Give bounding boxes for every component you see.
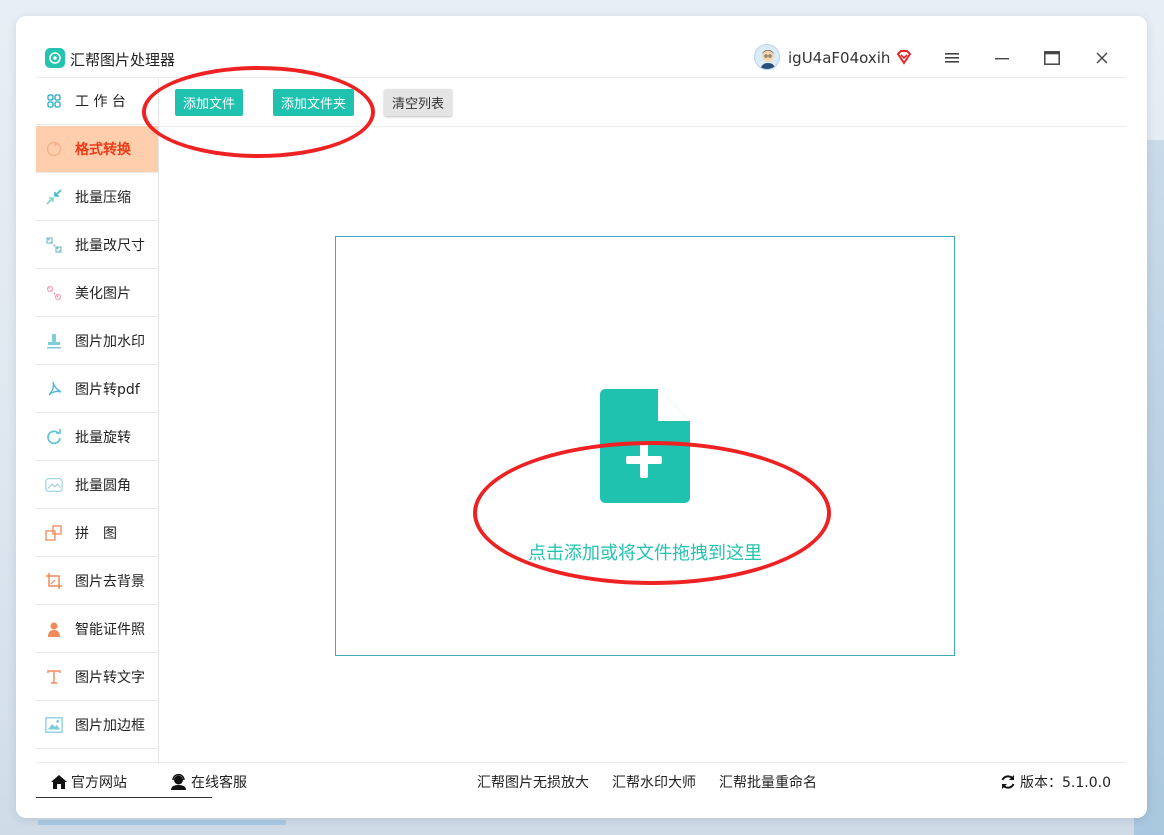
convert-icon (45, 140, 63, 158)
sidebar-item-label: 智能证件照 (75, 622, 145, 638)
sidebar-item-rounded-corners[interactable]: 批量圆角 (36, 462, 158, 509)
sidebar-item-label: 批量改尺寸 (75, 238, 145, 254)
puzzle-icon (45, 524, 63, 542)
footer-divider (36, 797, 212, 798)
sidebar: 工 作 台 格式转换 批量压缩 批量改尺寸 美化图片 图片加水印 图片转pdf … (36, 78, 159, 764)
minimize-icon[interactable] (990, 46, 1014, 70)
maximize-icon[interactable] (1040, 46, 1064, 70)
person-icon (45, 620, 63, 638)
sidebar-item-batch-rotate[interactable]: 批量旋转 (36, 414, 158, 461)
file-drop-zone[interactable]: 点击添加或将文件拖拽到这里 (335, 236, 955, 656)
sidebar-item-label: 图片加水印 (75, 334, 145, 350)
sidebar-item-label: 图片加边框 (75, 718, 145, 734)
stamp-icon (45, 332, 63, 350)
online-service-link[interactable]: 在线客服 (170, 772, 247, 792)
rotate-icon (45, 428, 63, 446)
add-folder-button[interactable]: 添加文件夹 (273, 89, 355, 116)
sidebar-item-watermark[interactable]: 图片加水印 (36, 318, 158, 365)
frame-icon (45, 716, 63, 734)
sidebar-item-label: 工 作 台 (75, 94, 126, 110)
username[interactable]: igU4aF04oxih (788, 49, 890, 67)
app-window: 汇帮图片处理器 igU4aF04oxih 工 作 台 格式转换 批量压缩 批量改… (16, 16, 1147, 818)
version-label: 版本：5.1.0.0 (1020, 775, 1111, 791)
beautify-icon (45, 284, 63, 302)
sidebar-item-batch-resize[interactable]: 批量改尺寸 (36, 222, 158, 269)
compress-icon (45, 188, 63, 206)
sidebar-item-workbench[interactable]: 工 作 台 (36, 78, 158, 125)
sidebar-item-label: 批量压缩 (75, 190, 131, 206)
sidebar-item-remove-background[interactable]: 图片去背景 (36, 558, 158, 605)
lossless-enlarge-link[interactable]: 汇帮图片无损放大 (477, 772, 589, 792)
sidebar-item-label: 格式转换 (75, 142, 131, 158)
sidebar-item-batch-compress[interactable]: 批量压缩 (36, 174, 158, 221)
text-icon (45, 668, 63, 686)
rounded-corner-icon (45, 476, 63, 494)
sidebar-item-label: 图片转pdf (75, 382, 140, 398)
refresh-icon (1000, 774, 1016, 790)
clear-list-button[interactable]: 清空列表 (384, 89, 453, 116)
menu-icon[interactable] (940, 46, 964, 70)
add-file-button[interactable]: 添加文件 (175, 89, 244, 116)
sidebar-item-to-pdf[interactable]: 图片转pdf (36, 366, 158, 413)
customer-service-icon (170, 774, 187, 790)
resize-icon (45, 236, 63, 254)
footer: 官方网站 在线客服 汇帮图片无损放大 汇帮水印大师 汇帮批量重命名 版本：5.1… (36, 762, 1126, 798)
app-logo-icon (45, 48, 65, 68)
sidebar-item-label: 批量旋转 (75, 430, 131, 446)
watermark-master-link[interactable]: 汇帮水印大师 (612, 772, 696, 792)
vip-diamond-icon[interactable] (895, 48, 913, 70)
close-icon[interactable] (1090, 46, 1114, 70)
app-title: 汇帮图片处理器 (70, 51, 176, 69)
sidebar-item-label: 图片转文字 (75, 670, 145, 686)
sidebar-item-collage[interactable]: 拼 图 (36, 510, 158, 557)
online-service-label: 在线客服 (191, 775, 247, 791)
sidebar-item-label: 图片去背景 (75, 574, 145, 590)
avatar[interactable] (754, 44, 780, 70)
official-site-link[interactable]: 官方网站 (50, 772, 127, 792)
home-icon (50, 774, 68, 790)
grid-icon (45, 92, 63, 110)
sidebar-item-id-photo[interactable]: 智能证件照 (36, 606, 158, 653)
sidebar-item-to-text[interactable]: 图片转文字 (36, 654, 158, 701)
title-bar: 汇帮图片处理器 igU4aF04oxih (36, 38, 1126, 78)
add-file-icon[interactable] (600, 389, 692, 509)
sidebar-item-label: 拼 图 (75, 526, 117, 542)
sidebar-item-add-frame[interactable]: 图片加边框 (36, 702, 158, 749)
crop-icon (45, 572, 63, 590)
sidebar-item-label: 美化图片 (75, 286, 131, 302)
sidebar-item-format-convert[interactable]: 格式转换 (36, 126, 158, 173)
version-info[interactable]: 版本：5.1.0.0 (1000, 772, 1111, 792)
drop-hint-text: 点击添加或将文件拖拽到这里 (528, 543, 762, 564)
sidebar-item-beautify[interactable]: 美化图片 (36, 270, 158, 317)
sidebar-item-label: 批量圆角 (75, 478, 131, 494)
pdf-icon (45, 380, 63, 398)
toolbar: 添加文件 添加文件夹 清空列表 (159, 78, 1127, 127)
batch-rename-link[interactable]: 汇帮批量重命名 (719, 772, 817, 792)
official-site-label: 官方网站 (71, 775, 127, 791)
